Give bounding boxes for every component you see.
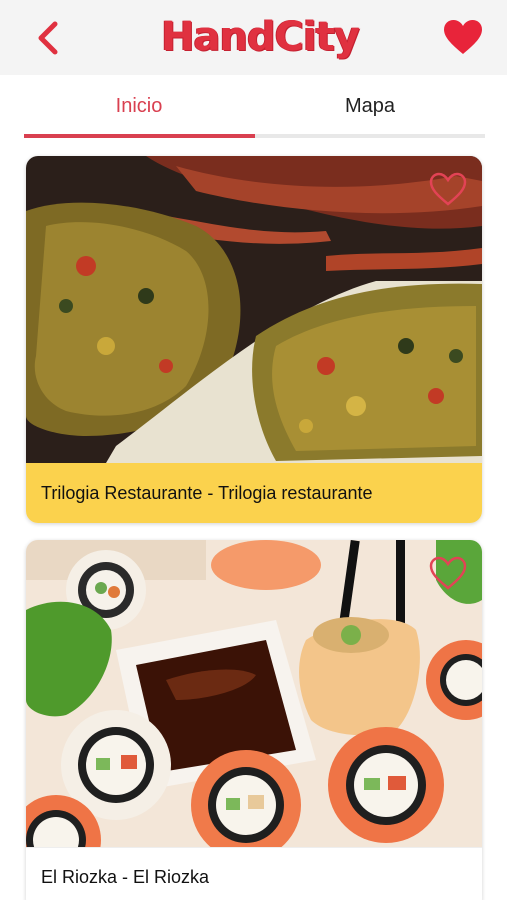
tab-bar: Inicio Mapa	[24, 80, 485, 140]
app-logo: HandCity	[150, 8, 370, 66]
tab-active-indicator	[24, 134, 255, 138]
heart-icon	[444, 20, 482, 54]
tab-inicio[interactable]: Inicio	[24, 80, 254, 132]
heart-outline-icon[interactable]	[428, 554, 468, 592]
restaurant-image	[26, 540, 482, 847]
back-button[interactable]	[28, 18, 68, 58]
logo-text: HandCity	[161, 14, 360, 60]
favorites-button[interactable]	[440, 16, 486, 58]
restaurant-title: El Riozka - El Riozka	[26, 847, 482, 900]
restaurant-image	[26, 156, 482, 463]
restaurant-card[interactable]: Trilogia Restaurante - Trilogia restaura…	[26, 156, 482, 523]
restaurant-card[interactable]: El Riozka - El Riozka	[26, 540, 482, 900]
heart-outline-icon[interactable]	[428, 170, 468, 208]
tab-mapa[interactable]: Mapa	[255, 80, 485, 132]
restaurant-title: Trilogia Restaurante - Trilogia restaura…	[26, 463, 482, 523]
chevron-left-icon	[38, 21, 58, 55]
app-bar: HandCity	[0, 0, 507, 75]
